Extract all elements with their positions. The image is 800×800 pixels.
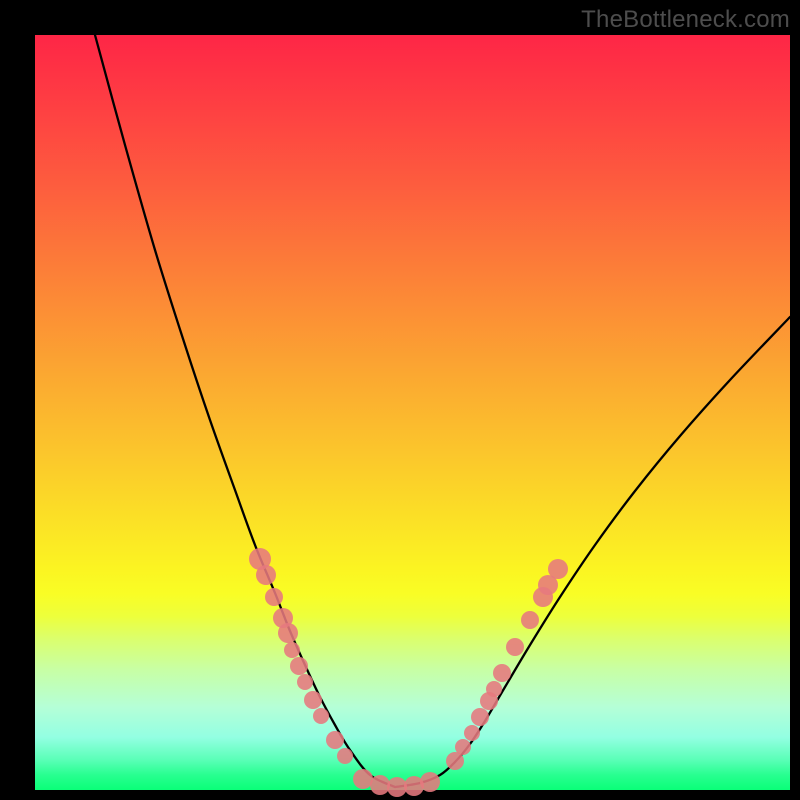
data-beads xyxy=(249,548,568,797)
bead-point xyxy=(521,611,539,629)
bead-point xyxy=(304,691,322,709)
bead-point xyxy=(313,708,329,724)
bead-point xyxy=(486,681,502,697)
bead-point xyxy=(265,588,283,606)
chart-svg xyxy=(35,35,790,790)
bead-point xyxy=(370,775,390,795)
v-curve-left xyxy=(95,35,395,787)
bead-point xyxy=(290,657,308,675)
bead-point xyxy=(256,565,276,585)
watermark-text: TheBottleneck.com xyxy=(581,6,790,34)
bead-point xyxy=(326,731,344,749)
bead-point xyxy=(455,739,471,755)
bead-point xyxy=(278,623,298,643)
bead-point xyxy=(353,769,373,789)
bead-point xyxy=(297,674,313,690)
bead-point xyxy=(493,664,511,682)
chart-frame: TheBottleneck.com xyxy=(0,0,800,800)
bead-point xyxy=(548,559,568,579)
plot-area xyxy=(35,35,790,790)
bead-point xyxy=(506,638,524,656)
bead-point xyxy=(471,708,489,726)
bead-point xyxy=(464,725,480,741)
bead-point xyxy=(284,642,300,658)
bead-point xyxy=(387,777,407,797)
bead-point xyxy=(420,772,440,792)
v-curve-right xyxy=(395,317,790,787)
bead-point xyxy=(337,748,353,764)
